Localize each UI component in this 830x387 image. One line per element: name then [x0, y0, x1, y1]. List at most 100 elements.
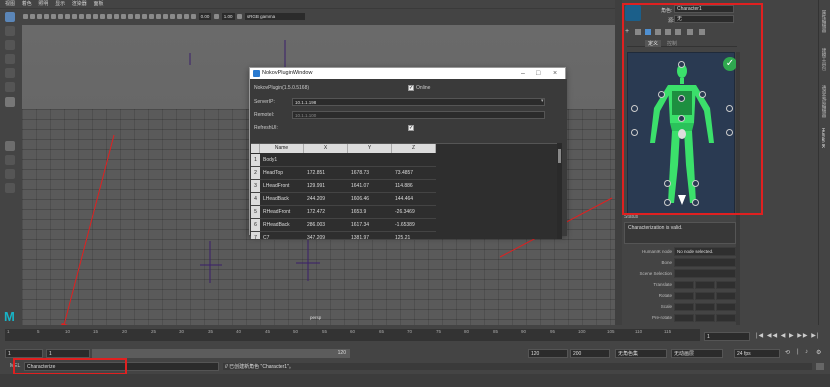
- rotate-y-field[interactable]: [695, 292, 715, 300]
- right-knee-node-icon[interactable]: [692, 180, 699, 187]
- remote-ip-input[interactable]: 10.1.1.100: [292, 111, 545, 119]
- scale-x-field[interactable]: [674, 303, 694, 311]
- sound-icon[interactable]: ♪: [805, 349, 808, 355]
- lasso-tool-icon[interactable]: [5, 26, 15, 36]
- right-arm-roll-node-icon[interactable]: [726, 105, 733, 112]
- right-foot-node-icon[interactable]: [692, 199, 699, 206]
- column-header[interactable]: Name: [260, 144, 304, 153]
- maximize-button[interactable]: □: [536, 68, 540, 79]
- select-tool-icon[interactable]: [5, 12, 15, 22]
- left-forearm-node-icon[interactable]: [631, 129, 638, 136]
- right-forearm-node-icon[interactable]: [726, 129, 733, 136]
- translate-x-field[interactable]: [674, 281, 694, 289]
- tab-channel-box[interactable]: 通道盒/层编辑器: [821, 85, 827, 118]
- two-pane-icon[interactable]: [5, 169, 15, 179]
- script-language-label[interactable]: MEL: [10, 363, 20, 369]
- color-mgmt-icon[interactable]: [237, 14, 243, 19]
- mirror-icon[interactable]: [687, 29, 693, 35]
- head-node-icon[interactable]: [678, 61, 685, 68]
- time-ruler[interactable]: 1 5 10 15 20 25 30 35 40 45 50 55 60 65 …: [5, 329, 700, 341]
- four-pane-icon[interactable]: [5, 155, 15, 165]
- gamma-icon[interactable]: [214, 14, 220, 19]
- isolate-icon[interactable]: [163, 14, 168, 19]
- ao-icon[interactable]: [142, 14, 147, 19]
- menu-panels[interactable]: 面板: [93, 0, 103, 9]
- tpose-icon[interactable]: [699, 29, 705, 35]
- bookmark-icon[interactable]: [37, 14, 42, 19]
- left-knee-node-icon[interactable]: [664, 180, 671, 187]
- table-row[interactable]: 5 RHeadFront 172.472 1653.9 -26.3469: [251, 206, 436, 219]
- character-set-dropdown[interactable]: 无角色集: [615, 349, 667, 358]
- prerotate-z-field[interactable]: [716, 314, 736, 322]
- paint-tool-icon[interactable]: [5, 40, 15, 50]
- xray-joints-icon[interactable]: [177, 14, 182, 19]
- left-foot-node-icon[interactable]: [664, 199, 671, 206]
- refresh-checkbox[interactable]: ✓: [408, 125, 414, 131]
- table-row[interactable]: 3 LHeadFront 129.991 1641.07 114.886: [251, 180, 436, 193]
- menu-renderer[interactable]: 渲染器: [72, 0, 87, 9]
- add-icon[interactable]: +: [625, 28, 629, 35]
- prerotate-y-field[interactable]: [695, 314, 715, 322]
- film-gate-icon[interactable]: [58, 14, 63, 19]
- lighting-icon[interactable]: [128, 14, 133, 19]
- outliner-pane-icon[interactable]: [5, 183, 15, 193]
- table-row[interactable]: 2 HeadTop 172.851 1678.73 73.4857: [251, 167, 436, 180]
- left-shoulder-node-icon[interactable]: [658, 91, 665, 98]
- dof-icon[interactable]: [156, 14, 161, 19]
- minimize-button[interactable]: –: [521, 68, 525, 79]
- single-pane-icon[interactable]: [5, 141, 15, 151]
- backface-icon[interactable]: [184, 14, 189, 19]
- right-shoulder-node-icon[interactable]: [699, 91, 706, 98]
- tab-controls[interactable]: 控制: [667, 40, 677, 47]
- camera-attr-icon[interactable]: [30, 14, 35, 19]
- resolution-gate-icon[interactable]: [65, 14, 70, 19]
- spine-node-icon[interactable]: [678, 95, 685, 102]
- aa-icon[interactable]: [149, 14, 154, 19]
- field-chart-icon[interactable]: [79, 14, 84, 19]
- anim-prefs-icon[interactable]: ⚙: [816, 349, 821, 356]
- window-titlebar[interactable]: NokovPluginWindow – □ ×: [250, 68, 565, 79]
- create-skeleton-icon[interactable]: [635, 29, 641, 35]
- hik-scrollbar[interactable]: [736, 52, 740, 332]
- left-arm-roll-node-icon[interactable]: [631, 105, 638, 112]
- image-plane-icon[interactable]: [44, 14, 49, 19]
- column-header[interactable]: X: [304, 144, 348, 153]
- server-ip-dropdown[interactable]: 10.1.1.198: [292, 98, 545, 106]
- table-row[interactable]: 4 LHeadBack 244.209 1606.46 144.464: [251, 193, 436, 206]
- menu-view[interactable]: 视图: [5, 0, 15, 9]
- translate-z-field[interactable]: [716, 281, 736, 289]
- prerotate-x-field[interactable]: [674, 314, 694, 322]
- menu-shading[interactable]: 着色: [22, 0, 32, 9]
- definition-icon[interactable]: [645, 29, 651, 35]
- smooth-shade-icon[interactable]: [107, 14, 112, 19]
- loop-icon[interactable]: ⟲: [785, 349, 790, 356]
- xray-icon[interactable]: [170, 14, 175, 19]
- auto-key-icon[interactable]: |: [797, 349, 799, 355]
- command-input[interactable]: Characterize: [24, 362, 219, 371]
- delete-icon[interactable]: [675, 29, 681, 35]
- range-start-field[interactable]: 1: [46, 349, 90, 358]
- close-button[interactable]: ×: [553, 68, 557, 79]
- lock-icon[interactable]: [665, 29, 671, 35]
- anim-end-field[interactable]: 200: [570, 349, 610, 358]
- layout-icon[interactable]: [5, 97, 15, 107]
- scene-selection-value[interactable]: [674, 269, 736, 278]
- menu-show[interactable]: 显示: [55, 0, 65, 9]
- grid-icon[interactable]: [51, 14, 56, 19]
- scale-z-field[interactable]: [716, 303, 736, 311]
- move-tool-icon[interactable]: [5, 54, 15, 64]
- hips-node-icon[interactable]: [678, 115, 685, 122]
- safe-action-icon[interactable]: [86, 14, 91, 19]
- character-diagram[interactable]: ✓: [627, 52, 737, 214]
- bone-value[interactable]: [674, 258, 736, 267]
- start-frame-field[interactable]: 1: [5, 349, 43, 358]
- tab-definition[interactable]: 定义: [645, 40, 662, 47]
- scale-tool-icon[interactable]: [5, 82, 15, 92]
- rotate-x-field[interactable]: [674, 292, 694, 300]
- fps-dropdown[interactable]: 24 fps: [734, 349, 780, 358]
- playback-controls[interactable]: |◀ ◀◀ ◀ ▶ ▶▶ ▶|: [756, 332, 819, 339]
- menu-lighting[interactable]: 照明: [38, 0, 48, 9]
- character-dropdown[interactable]: Character1: [674, 5, 734, 13]
- end-frame-field[interactable]: 120: [528, 349, 568, 358]
- source-dropdown[interactable]: 无: [674, 15, 734, 23]
